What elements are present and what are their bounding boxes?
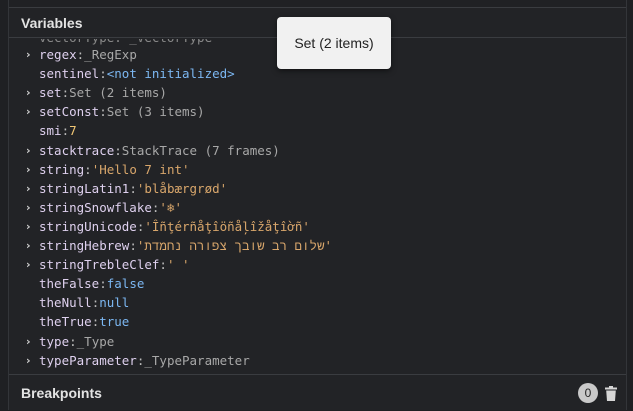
variable-name: stringHebrew xyxy=(39,238,130,253)
variable-name: typeParameter xyxy=(39,352,137,368)
variable-value: null xyxy=(99,295,130,311)
expand-chevron-icon[interactable]: › xyxy=(26,83,39,102)
variable-value: '❄' xyxy=(159,199,182,215)
variable-row[interactable]: › regex: _RegExp xyxy=(9,45,137,64)
variable-value: StackTrace (7 frames) xyxy=(121,142,280,158)
variable-value: _RegExp xyxy=(84,47,137,62)
variable-name: stringSnowflake xyxy=(39,199,152,215)
variable-name: sentinel xyxy=(39,66,100,82)
variable-name: set xyxy=(39,85,62,101)
variable-row[interactable]: › string: 'Hello 7 int' xyxy=(9,160,190,179)
variable-name: smi xyxy=(39,123,62,139)
expand-chevron-icon[interactable]: › xyxy=(26,45,39,64)
expand-chevron-icon[interactable]: › xyxy=(26,141,39,160)
variable-row[interactable]: › stringSnowflake: '❄' xyxy=(9,198,182,217)
variable-row[interactable]: › stringHebrew: 'שלום רב שובך צפורה נחמדת… xyxy=(9,236,332,255)
variable-name: theTrue xyxy=(39,314,92,330)
name-value-separator: : xyxy=(136,352,145,368)
variable-name: stringLatin1 xyxy=(39,180,130,196)
expand-chevron-icon[interactable]: › xyxy=(26,217,39,236)
name-value-separator: : xyxy=(129,238,137,253)
name-value-separator: : xyxy=(99,276,107,292)
name-value-separator: : xyxy=(69,333,77,349)
variable-row[interactable]: › set: Set (2 items) xyxy=(9,83,167,102)
breakpoints-panel-header[interactable]: Breakpoints 0 xyxy=(9,374,626,410)
variable-value: false xyxy=(106,276,145,292)
variable-row[interactable]: theFalse: false xyxy=(9,274,144,293)
name-value-separator: : xyxy=(114,142,122,158)
name-value-separator: : xyxy=(91,314,100,330)
variable-name: type xyxy=(39,333,70,349)
variable-row[interactable]: › stringLatin1: 'blåbærgrød' xyxy=(9,179,227,198)
variable-row[interactable]: › type: _Type xyxy=(9,332,114,351)
breakpoints-title: Breakpoints xyxy=(21,384,102,401)
expand-chevron-icon[interactable]: › xyxy=(26,160,39,179)
variable-row[interactable]: theTrue: true xyxy=(9,312,129,331)
expand-chevron-icon[interactable]: › xyxy=(26,255,39,274)
name-value-separator: : xyxy=(61,85,70,101)
variable-name: stringTrebleClef xyxy=(39,257,160,273)
variable-row[interactable]: › stacktrace: StackTrace (7 frames) xyxy=(9,141,280,160)
variable-value: Set (3 items) xyxy=(106,104,205,120)
trash-icon[interactable] xyxy=(604,385,618,401)
variable-value: _Type xyxy=(76,333,115,349)
variable-name: regex xyxy=(39,47,77,62)
variable-name: theFalse xyxy=(39,276,100,292)
variable-value: 'Hello 7 int' xyxy=(91,161,190,177)
variable-value: <not initialized> xyxy=(106,66,235,82)
variable-value: ' ' xyxy=(166,257,190,273)
variable-row[interactable]: smi: 7 xyxy=(9,121,77,140)
expand-chevron-icon[interactable]: › xyxy=(26,351,39,370)
variable-name: string xyxy=(39,161,85,177)
tooltip-text: Set (2 items) xyxy=(294,35,374,51)
variable-row[interactable]: › setConst: Set (3 items) xyxy=(9,102,205,121)
expand-chevron-icon[interactable]: › xyxy=(26,102,39,121)
top-divider xyxy=(9,0,626,8)
variable-name: stacktrace xyxy=(39,142,115,158)
variable-value: 'Îñţérñåţîöñåļîžåţîờñ' xyxy=(144,218,310,234)
expand-chevron-icon[interactable]: › xyxy=(26,179,39,198)
variable-value: Set (2 items) xyxy=(69,85,167,101)
expand-chevron-icon[interactable]: › xyxy=(26,198,39,217)
name-value-separator: : xyxy=(159,257,167,273)
breakpoint-count-badge: 0 xyxy=(578,383,598,403)
name-value-separator: : xyxy=(151,199,160,215)
name-value-separator: : xyxy=(61,123,70,139)
variable-value: 7 xyxy=(69,123,77,139)
name-value-separator: : xyxy=(99,66,107,82)
variables-title: Variables xyxy=(21,14,83,31)
variable-value: true xyxy=(99,314,130,330)
variables-list[interactable]: vectorType: _VectorType ›regex: _RegExps… xyxy=(9,39,626,373)
variable-value: 'blåbærgrød' xyxy=(136,180,228,196)
variable-row[interactable]: › typeParameter: _TypeParameter xyxy=(9,351,250,370)
variable-name: setConst xyxy=(39,104,100,120)
variable-value: 'שלום רב שובך צפורה נחמדת' xyxy=(136,238,333,253)
name-value-separator: : xyxy=(99,104,107,120)
name-value-separator: : xyxy=(136,218,145,234)
variable-row[interactable]: › stringUnicode: 'Îñţérñåţîöñåļîžåţîờñ' xyxy=(9,217,310,236)
expand-chevron-icon[interactable]: › xyxy=(26,236,39,255)
variable-row[interactable]: › stringTrebleClef: ' ' xyxy=(9,255,190,274)
variable-name: theNull xyxy=(39,295,92,311)
name-value-separator: : xyxy=(91,295,100,311)
variable-row[interactable]: theNull: null xyxy=(9,293,129,312)
name-value-separator: : xyxy=(76,47,85,62)
expand-chevron-icon[interactable]: › xyxy=(26,332,39,351)
variable-name: stringUnicode xyxy=(39,218,137,234)
hover-tooltip: Set (2 items) xyxy=(277,17,391,69)
variable-row[interactable]: sentinel: <not initialized> xyxy=(9,64,235,83)
name-value-separator: : xyxy=(129,180,137,196)
variable-value: _TypeParameter xyxy=(144,352,250,368)
name-value-separator: : xyxy=(84,161,92,177)
